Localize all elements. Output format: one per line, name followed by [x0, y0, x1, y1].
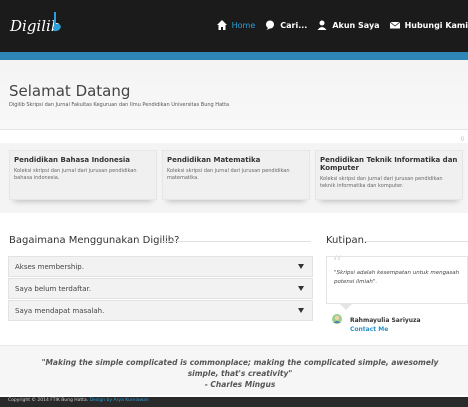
chevron-down-icon [298, 308, 304, 313]
nav-label-home: Home [231, 20, 256, 30]
scroll-edge-marker: ▯ [461, 136, 464, 142]
footer-quote-author: - Charles Mingus [204, 380, 276, 389]
main-nav: Home Cari... Akun Saya Hubungi Kami [207, 20, 468, 30]
quote-mark-icon: “ [332, 251, 343, 275]
home-icon [216, 20, 227, 30]
top-navbar: Digilib Home Cari... Akun Saya Hubungi K… [0, 0, 468, 52]
page-subtitle: Digilib Skripsi dan Jurnal Fakultas Kegu… [9, 102, 230, 108]
accordion-label: Saya belum terdaftar. [15, 284, 91, 293]
faq-accordion: Akses membership. Saya belum terdaftar. … [8, 256, 313, 322]
card-title: Pendidikan Teknik Informatika dan Komput… [320, 156, 458, 172]
nav-label-account: Akun Saya [332, 20, 380, 30]
quote-box: “ "Skripsi adalah kesempatan untuk menga… [326, 251, 468, 304]
footer-text: Copyright © 2014 FTIK Bung Hatta. Design… [8, 398, 149, 403]
card-text: Koleksi skripsi dan jurnal dari jurusan … [167, 168, 290, 181]
accordion-item-unregistered[interactable]: Saya belum terdaftar. [8, 278, 313, 299]
quote-title: Kutipan. [326, 235, 368, 246]
how-to-title: Bagaimana Menggunakan Digilib? [9, 235, 180, 246]
divider-stripe [0, 130, 468, 136]
card-teknik-informatika[interactable]: Pendidikan Teknik Informatika dan Komput… [315, 150, 463, 200]
card-title: Pendidikan Bahasa Indonesia [14, 156, 131, 164]
footer-copyright: Copyright © 2014 FTIK Bung Hatta. [8, 398, 89, 403]
card-bahasa-indonesia[interactable]: Pendidikan Bahasa Indonesia Koleksi skri… [9, 150, 157, 200]
footer-quote: "Making the simple complicated is common… [30, 357, 450, 390]
nav-label-search: Cari... [280, 20, 308, 30]
accordion-label: Saya mendapat masalah. [15, 306, 105, 315]
quote-text: "Skripsi adalah kesempatan untuk mengasa… [334, 270, 460, 285]
accent-bar [0, 52, 468, 60]
card-text: Koleksi skripsi dan jurnal dari jurusan … [14, 168, 137, 181]
accordion-item-membership[interactable]: Akses membership. [8, 256, 313, 277]
footer-quote-text: "Making the simple complicated is common… [41, 358, 439, 378]
footer-design-link[interactable]: Design by Arya Kurniawan [90, 398, 149, 403]
contact-me-link[interactable]: Contact Me [350, 326, 388, 333]
user-icon [317, 20, 327, 30]
quote-rule [366, 241, 468, 242]
accordion-item-problem[interactable]: Saya mendapat masalah. [8, 300, 313, 321]
nav-label-contact: Hubungi Kami [404, 20, 468, 30]
avatar-icon [332, 314, 342, 324]
nav-item-home[interactable]: Home [216, 20, 256, 30]
nav-item-account[interactable]: Akun Saya [317, 20, 380, 30]
accordion-label: Akses membership. [15, 262, 84, 271]
card-matematika[interactable]: Pendidikan Matematika Koleksi skripsi da… [162, 150, 310, 200]
quote-pointer [340, 304, 352, 310]
logo-mark-icon [54, 12, 61, 32]
card-text: Koleksi skripsi dan jurnal dari jurusan … [320, 176, 443, 189]
chevron-down-icon [298, 286, 304, 291]
page-header: Selamat Datang Digilib Skripsi dan Jurna… [0, 60, 468, 130]
search-icon [266, 20, 275, 30]
mail-icon [389, 21, 400, 29]
nav-item-contact[interactable]: Hubungi Kami [389, 20, 468, 30]
chevron-down-icon [298, 264, 304, 269]
page-title: Selamat Datang [9, 82, 131, 100]
nav-item-search[interactable]: Cari... [265, 20, 307, 30]
quote-author: Rahmayulia Sariyuza [350, 317, 421, 324]
card-title: Pendidikan Matematika [167, 156, 261, 164]
footer: Copyright © 2014 FTIK Bung Hatta. Design… [0, 397, 468, 407]
how-to-rule [163, 241, 311, 242]
